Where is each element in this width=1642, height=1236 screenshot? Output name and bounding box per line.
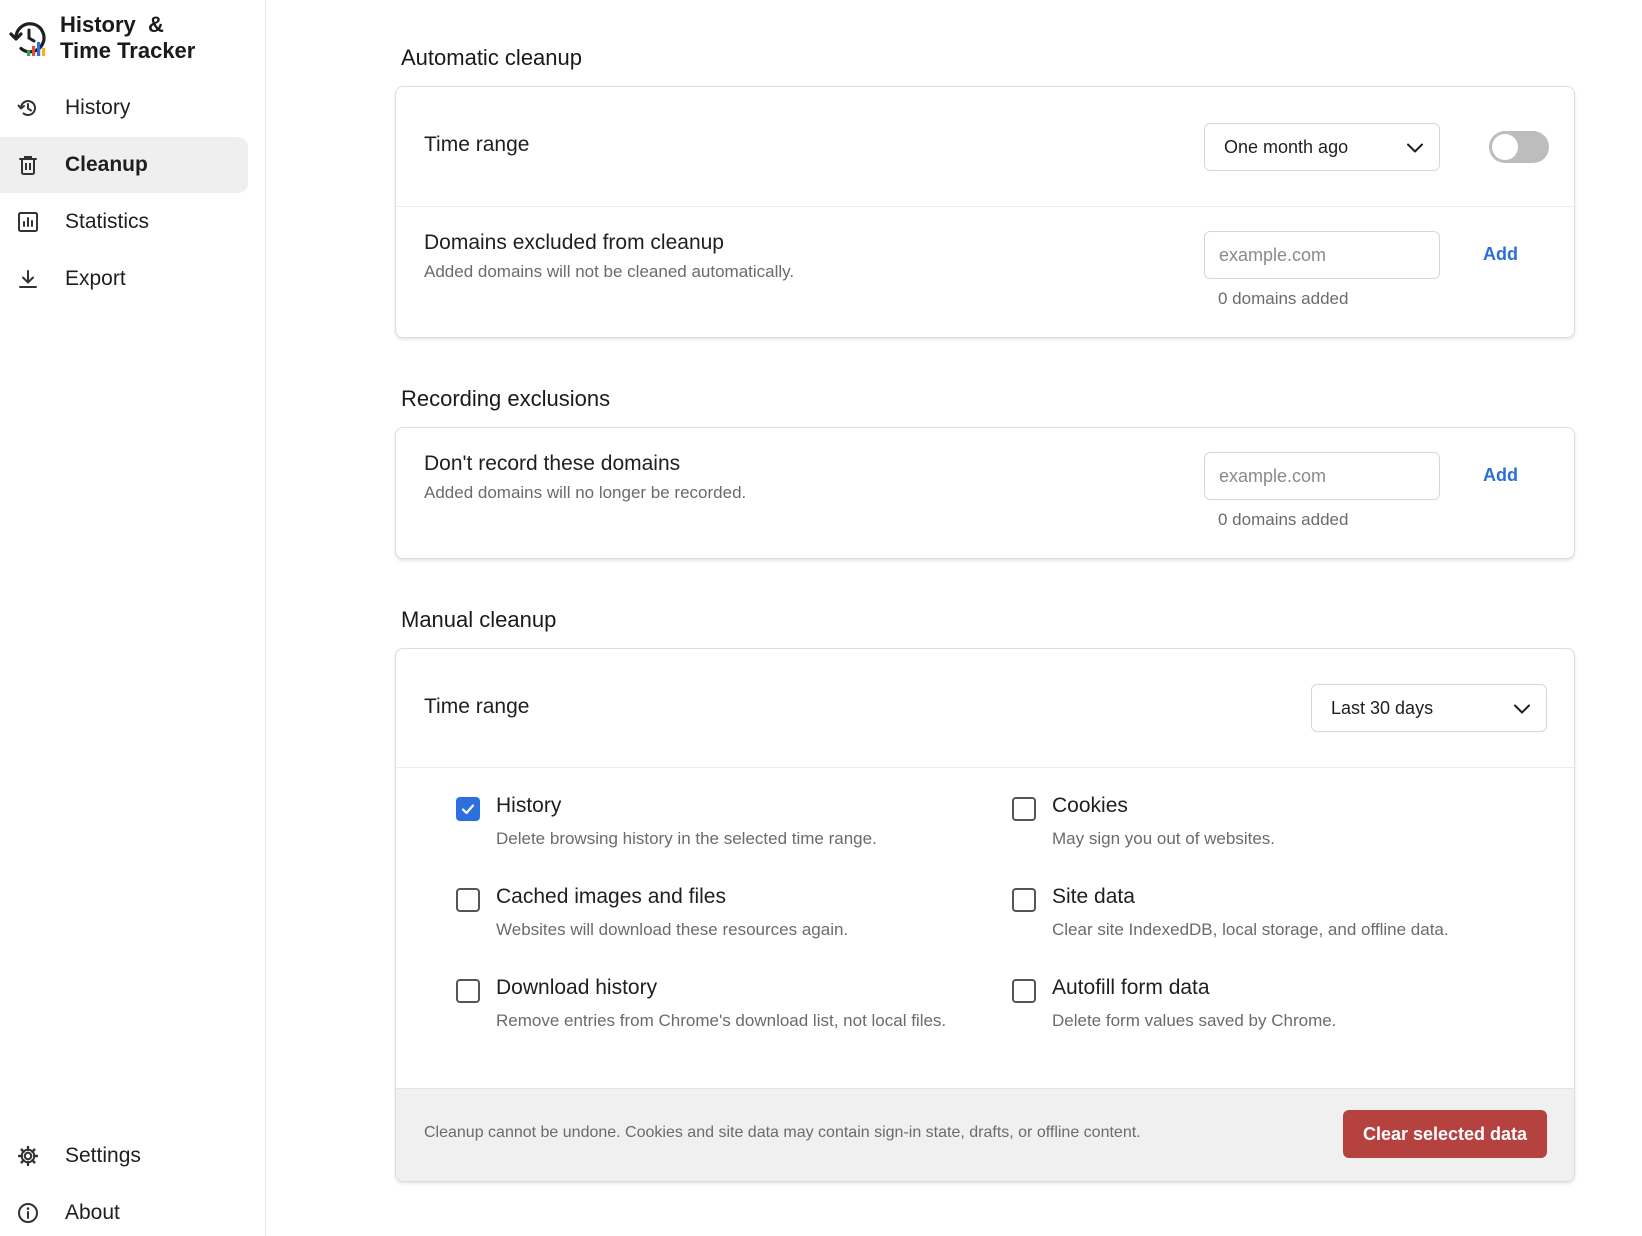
- dont-record-label: Don't record these domains: [424, 452, 681, 475]
- excluded-domains-label: Domains excluded from cleanup: [424, 231, 724, 254]
- brand: History & Time Tracker: [8, 12, 195, 64]
- history-checkbox[interactable]: [456, 797, 480, 821]
- manual-time-range-label: Time range: [424, 695, 530, 718]
- sidebar-item-label: About: [65, 1201, 120, 1224]
- excluded-domains-desc: Added domains will not be cleaned automa…: [424, 262, 795, 281]
- sidebar-item-label: History: [65, 96, 131, 119]
- app-title-line2: Time Tracker: [60, 38, 196, 63]
- option-desc: Delete browsing history in the selected …: [496, 829, 877, 848]
- chevron-down-icon: [1407, 143, 1423, 153]
- autofill-checkbox[interactable]: [1012, 979, 1036, 1003]
- sidebar-item-export[interactable]: Export: [0, 251, 248, 307]
- manual-cleanup-title: Manual cleanup: [401, 607, 557, 632]
- manual-time-range-value: Last 30 days: [1331, 697, 1434, 718]
- option-desc: Delete form values saved by Chrome.: [1052, 1011, 1337, 1030]
- dont-record-desc: Added domains will no longer be recorded…: [424, 483, 747, 502]
- auto-time-range-value: One month ago: [1224, 136, 1349, 157]
- manual-time-range-row: Time range Last 30 days: [396, 649, 1574, 768]
- sidebar-item-label: Settings: [65, 1144, 141, 1167]
- sidebar-item-label: Cleanup: [65, 153, 148, 176]
- history-chart-logo: [9, 22, 46, 56]
- app-title: History & Time Tracker: [60, 12, 195, 64]
- option-label: Site data: [1052, 885, 1135, 908]
- excluded-domains-count: 0 domains added: [1218, 289, 1349, 308]
- option-desc: Remove entries from Chrome's download li…: [496, 1011, 947, 1030]
- manual-cleanup-card: Time range Last 30 days History Delete b…: [395, 648, 1575, 1182]
- cookies-checkbox[interactable]: [1012, 797, 1036, 821]
- auto-cleanup-toggle[interactable]: [1489, 131, 1549, 163]
- info-icon: [16, 1201, 40, 1225]
- option-desc: Clear site IndexedDB, local storage, and…: [1052, 920, 1449, 939]
- download-history-checkbox[interactable]: [456, 979, 480, 1003]
- sidebar-item-statistics[interactable]: Statistics: [0, 194, 248, 250]
- auto-time-range-select[interactable]: One month ago: [1204, 123, 1440, 171]
- dont-record-add-button[interactable]: Add: [1483, 465, 1518, 486]
- automatic-cleanup-title: Automatic cleanup: [401, 45, 582, 70]
- cached-images-checkbox[interactable]: [456, 888, 480, 912]
- dont-record-row: Don't record these domains Added domains…: [396, 428, 1574, 558]
- excluded-domain-input[interactable]: [1204, 231, 1440, 279]
- dont-record-count: 0 domains added: [1218, 510, 1349, 529]
- bar-chart-icon: [16, 210, 40, 234]
- recording-exclusions-title: Recording exclusions: [401, 386, 611, 411]
- dont-record-input[interactable]: [1204, 452, 1440, 500]
- excluded-add-button[interactable]: Add: [1483, 244, 1518, 265]
- option-label: Autofill form data: [1052, 976, 1210, 999]
- sidebar-item-history[interactable]: History: [0, 80, 248, 136]
- option-desc: May sign you out of websites.: [1052, 829, 1276, 848]
- option-label: Cached images and files: [496, 885, 726, 908]
- history-icon: [16, 96, 40, 120]
- excluded-domains-row: Domains excluded from cleanup Added doma…: [396, 207, 1574, 337]
- download-icon: [16, 267, 40, 291]
- sidebar-item-label: Export: [65, 267, 126, 290]
- sidebar-item-label: Statistics: [65, 210, 150, 233]
- sidebar-item-cleanup[interactable]: Cleanup: [0, 137, 248, 193]
- automatic-cleanup-card: Time range One month ago Domains exclude…: [395, 86, 1575, 338]
- sidebar-bottom-nav: Settings About: [0, 1128, 248, 1236]
- site-data-checkbox[interactable]: [1012, 888, 1036, 912]
- manual-time-range-select[interactable]: Last 30 days: [1311, 684, 1547, 732]
- option-label: Download history: [496, 976, 658, 999]
- sidebar-item-settings[interactable]: Settings: [0, 1128, 248, 1184]
- toggle-knob: [1492, 134, 1518, 160]
- check-icon: [461, 804, 475, 815]
- option-label: Cookies: [1052, 794, 1128, 817]
- app-title-line1: History &: [60, 12, 164, 37]
- option-label: History: [496, 794, 562, 817]
- cleanup-warning-note: Cleanup cannot be undone. Cookies and si…: [424, 1124, 1141, 1141]
- recording-exclusions-card: Don't record these domains Added domains…: [395, 427, 1575, 559]
- auto-time-range-row: Time range One month ago: [396, 87, 1574, 207]
- sidebar: History & Time Tracker History Cleanup S…: [0, 0, 266, 1236]
- gear-icon: [16, 1144, 40, 1168]
- sidebar-nav: History Cleanup Statistics Export: [0, 80, 248, 308]
- trash-icon: [16, 153, 40, 177]
- option-desc: Websites will download these resources a…: [496, 920, 849, 939]
- manual-cleanup-footer: Cleanup cannot be undone. Cookies and si…: [396, 1088, 1574, 1181]
- clear-selected-data-button[interactable]: Clear selected data: [1343, 1110, 1547, 1158]
- sidebar-item-about[interactable]: About: [0, 1185, 248, 1236]
- chevron-down-icon: [1514, 704, 1530, 714]
- auto-time-range-label: Time range: [424, 133, 530, 156]
